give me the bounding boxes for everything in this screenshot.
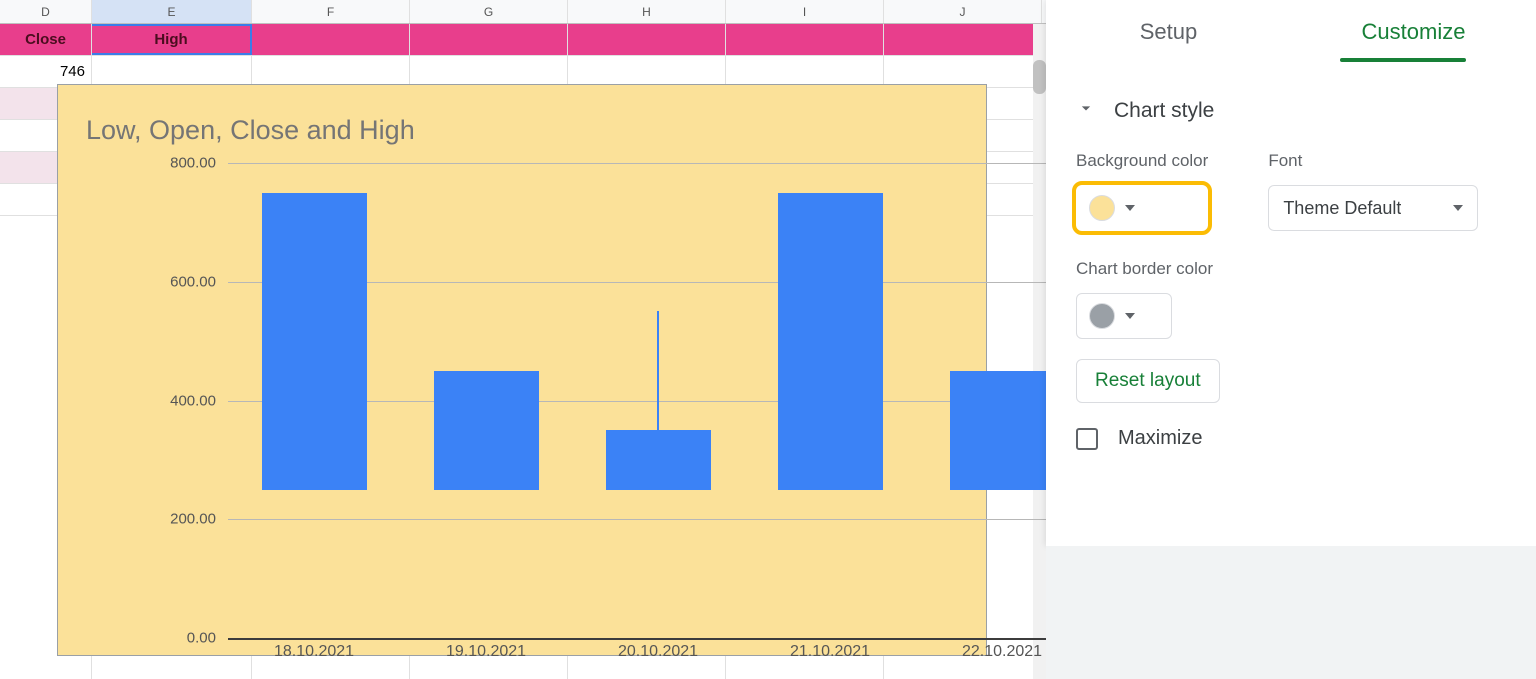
x-axis-line	[228, 638, 1088, 640]
y-tick-label: 400.00	[170, 392, 216, 409]
column-header-E[interactable]: E	[92, 0, 252, 23]
chart-title: Low, Open, Close and High	[86, 115, 415, 146]
header-cell[interactable]	[726, 24, 884, 55]
y-tick-label: 800.00	[170, 155, 216, 172]
font-label: Font	[1268, 151, 1478, 171]
maximize-checkbox[interactable]	[1076, 428, 1098, 450]
chart-bar	[434, 163, 539, 638]
column-header-J[interactable]: J	[884, 0, 1042, 23]
reset-layout-button[interactable]: Reset layout	[1076, 359, 1220, 403]
tab-underline	[1340, 58, 1466, 62]
font-select-value: Theme Default	[1283, 198, 1401, 219]
header-cell-high[interactable]: High	[92, 24, 252, 55]
bgcolor-label: Background color	[1076, 151, 1208, 171]
chart-bars	[228, 163, 1088, 638]
header-cell[interactable]	[410, 24, 568, 55]
x-tick-label: 19.10.2021	[446, 643, 526, 661]
panel-background-below	[1046, 546, 1536, 679]
header-cell[interactable]	[884, 24, 1042, 55]
maximize-label: Maximize	[1118, 427, 1202, 450]
panel-tabs: Setup Customize	[1046, 0, 1536, 64]
x-tick-label: 22.10.2021	[962, 643, 1042, 661]
y-axis: 0.00200.00400.00600.00800.00	[143, 163, 228, 638]
bordercolor-label: Chart border color	[1076, 259, 1506, 279]
chart-bar	[262, 163, 367, 638]
column-header-H[interactable]: H	[568, 0, 726, 23]
cell[interactable]: 746	[0, 56, 92, 87]
color-swatch-icon	[1089, 303, 1115, 329]
chart-bar	[950, 163, 1055, 638]
x-tick-label: 20.10.2021	[618, 643, 698, 661]
table-header-row: Close High	[0, 24, 1046, 56]
chevron-down-icon	[1076, 98, 1096, 123]
chart-editor-panel: Setup Customize Chart style Background c…	[1046, 0, 1536, 546]
caret-down-icon	[1125, 205, 1135, 211]
y-tick-label: 600.00	[170, 273, 216, 290]
x-tick-label: 21.10.2021	[790, 643, 870, 661]
chart-bar	[778, 163, 883, 638]
section-title: Chart style	[1114, 99, 1214, 123]
column-header-row: D E F G H I J	[0, 0, 1046, 24]
caret-down-icon	[1125, 313, 1135, 319]
chart-bar	[606, 163, 711, 638]
color-swatch-icon	[1089, 195, 1115, 221]
header-cell[interactable]	[568, 24, 726, 55]
cell[interactable]	[92, 56, 252, 87]
column-header-F[interactable]: F	[252, 0, 410, 23]
scrollbar-thumb[interactable]	[1033, 60, 1046, 94]
x-tick-label: 18.10.2021	[274, 643, 354, 661]
y-tick-label: 0.00	[187, 630, 216, 647]
tab-setup[interactable]: Setup	[1046, 0, 1291, 64]
font-select[interactable]: Theme Default	[1268, 185, 1478, 231]
chart-plot-area: 0.00200.00400.00600.00800.00 18.10.20211…	[143, 163, 1003, 638]
tab-customize[interactable]: Customize	[1291, 0, 1536, 64]
bordercolor-picker[interactable]	[1076, 293, 1172, 339]
column-header-I[interactable]: I	[726, 0, 884, 23]
column-header-G[interactable]: G	[410, 0, 568, 23]
embedded-chart[interactable]: Low, Open, Close and High 0.00 200.00 400.…	[57, 84, 987, 656]
header-cell-close[interactable]: Close	[0, 24, 92, 55]
bgcolor-picker[interactable]	[1076, 185, 1208, 231]
column-header-D[interactable]: D	[0, 0, 92, 23]
caret-down-icon	[1453, 205, 1463, 211]
y-tick-label: 200.00	[170, 511, 216, 528]
section-header-chart-style[interactable]: Chart style	[1076, 98, 1506, 123]
header-cell[interactable]	[252, 24, 410, 55]
